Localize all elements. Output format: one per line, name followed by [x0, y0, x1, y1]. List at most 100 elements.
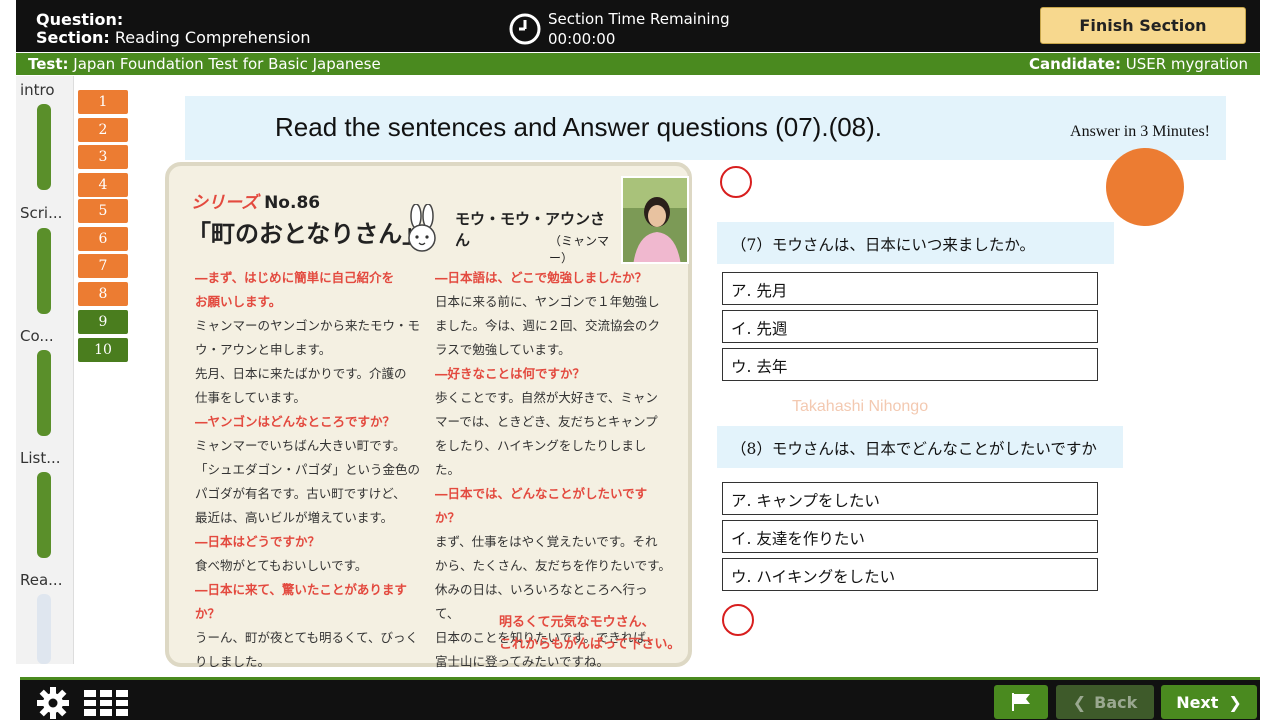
- sidebar-item-intro[interactable]: intro: [20, 81, 55, 99]
- article-text-line: 食べ物がとてもおいしいです。: [195, 558, 368, 573]
- interviewee-country: （ミャンマー）: [549, 234, 610, 265]
- test-name: Japan Foundation Test for Basic Japanese: [73, 55, 381, 73]
- question-number-button[interactable]: 4: [78, 173, 128, 197]
- article-text-line: 歩くことです。自然が大好きで、ミャン: [435, 390, 658, 405]
- reading-passage: シリーズ No.86 「町のおとなりさん」 モウ・モウ・アウンさん （ミャンマー…: [165, 162, 692, 669]
- question-8-option-a[interactable]: ア. キャンプをしたい: [722, 482, 1098, 515]
- question-number-button[interactable]: 7: [78, 254, 128, 278]
- next-label: Next: [1176, 692, 1219, 712]
- timer-title: Section Time Remaining: [548, 10, 730, 28]
- instruction-text: Read the sentences and Answer questions …: [275, 112, 883, 142]
- flag-button[interactable]: [994, 685, 1048, 719]
- question-7-option-a[interactable]: ア. 先月: [722, 272, 1098, 305]
- closing-line: 明るくて元気なモウさん、: [499, 615, 655, 630]
- article-text-line: ウ・アウンと申します。: [195, 342, 332, 357]
- sidebar-progress-reading: [37, 594, 51, 664]
- article-text-line: 「シュエダゴン・パゴダ」という金色の: [195, 462, 421, 477]
- article-header: シリーズ No.86 「町のおとなりさん」 モウ・モウ・アウンさん （ミャンマー…: [179, 180, 609, 265]
- question-number-button[interactable]: 6: [78, 227, 128, 251]
- article-text-line: りしました。: [195, 654, 271, 669]
- test-info: Test: Japan Foundation Test for Basic Ja…: [28, 55, 381, 73]
- next-button[interactable]: Next ❯: [1161, 685, 1257, 719]
- back-label: Back: [1094, 692, 1138, 712]
- sidebar-item-co[interactable]: Co...: [20, 327, 54, 345]
- article-question-line: お願いします。: [195, 294, 282, 309]
- question-number-button[interactable]: 2: [78, 118, 128, 142]
- question-8-option-c[interactable]: ウ. ハイキングをしたい: [722, 558, 1098, 591]
- question-8-prompt: （8）モウさんは、日本でどんなことがしたいですか: [717, 426, 1123, 468]
- person-photo-icon: [623, 178, 687, 262]
- test-label: Test:: [28, 55, 69, 73]
- sidebar-progress-co: [37, 350, 51, 436]
- article-text-line: ラスで勉強しています。: [435, 342, 571, 357]
- article-text-line: から、たくさん、友だちを作りたいです。: [435, 558, 671, 573]
- chevron-left-icon: ❮: [1072, 692, 1087, 712]
- article-text-line: マーでは、ときどき、友だちとキャンプ: [435, 414, 658, 429]
- candidate-info: Candidate: USER mygration: [1029, 55, 1248, 73]
- series-text: シリーズ: [191, 193, 259, 213]
- article-question-line: ―日本語は、どこで勉強しましたか？: [435, 270, 648, 285]
- article-text-line: をしたり、ハイキングをしたりしました。: [435, 438, 647, 477]
- watermark: Takahashi Nihongo: [792, 398, 929, 415]
- sidebar-progress-intro: [37, 104, 51, 190]
- question-number-button[interactable]: 3: [78, 145, 128, 169]
- question-number-button[interactable]: 1: [78, 90, 128, 114]
- question-7-prompt: （7）モウさんは、日本にいつ来ましたか。: [717, 222, 1114, 264]
- gear-icon[interactable]: [36, 686, 70, 720]
- question-number-button[interactable]: 8: [78, 282, 128, 306]
- article-text-line: ました。今は、週に２回、交流協会のク: [435, 318, 661, 333]
- clock-icon: [509, 13, 541, 45]
- question-number-button[interactable]: 10: [78, 338, 128, 362]
- article-text-line: 日本に来る前に、ヤンゴンで１年勉強し: [435, 294, 660, 309]
- test-info-bar: Test: Japan Foundation Test for Basic Ja…: [16, 53, 1260, 75]
- question-7-option-c[interactable]: ウ. 去年: [722, 348, 1098, 381]
- article-question-line: ―まず、はじめに簡単に自己紹介を: [195, 270, 395, 285]
- red-circle-marker: [722, 604, 754, 636]
- article-text-line: 仕事をしています。: [195, 390, 306, 405]
- candidate-name: USER mygration: [1125, 55, 1248, 73]
- article-text-line: 最近は、高いビルが増えています。: [195, 510, 394, 525]
- article-title: 「町のおとなりさん」: [187, 220, 427, 248]
- section-sidebar: intro Scri... Co... List... Rea...: [16, 76, 74, 664]
- sidebar-progress-listening: [37, 472, 51, 558]
- article-question-line: ―ヤンゴンはどんなところですか？: [195, 414, 396, 429]
- article-question-line: ―日本に来て、驚いたことがありますか？: [195, 582, 407, 621]
- article-question-line: ―日本はどうですか？: [195, 534, 321, 549]
- article-text-line: うーん、町が夜とても明るくて、びっく: [195, 630, 419, 645]
- flag-icon: [1012, 693, 1030, 711]
- article-text-line: 先月、日本に来たばかりです。介護の: [195, 366, 407, 381]
- timer-value: 00:00:00: [548, 30, 616, 48]
- article-text-line: ミャンマーでいちばん大きい町です。: [195, 438, 406, 453]
- closing-line: これからもがんばって下さい。: [499, 637, 681, 652]
- article-question-line: ―日本では、どんなことがしたいですか？: [435, 486, 648, 525]
- bottom-toolbar: ❮ Back Next ❯: [20, 677, 1260, 720]
- orange-marker-dot: [1106, 148, 1184, 226]
- series-label: シリーズ No.86: [191, 188, 320, 213]
- candidate-label: Candidate: [1029, 55, 1115, 73]
- sidebar-item-listening[interactable]: List...: [20, 449, 61, 467]
- article-closing: 明るくて元気なモウさん、 これからもがんばって下さい。: [499, 612, 680, 656]
- sidebar-item-script[interactable]: Scri...: [20, 204, 62, 222]
- article-text-line: ミャンマーのヤンゴンから来たモウ・モ: [195, 318, 421, 333]
- article-question-line: ―好きなことは何ですか？: [435, 366, 586, 381]
- question-number-button[interactable]: 9: [78, 310, 128, 334]
- top-bar: Question: Section: Reading Comprehension…: [16, 0, 1260, 52]
- series-number: No.86: [264, 193, 321, 213]
- rabbit-icon: [408, 204, 436, 252]
- instruction-banner: Read the sentences and Answer questions …: [185, 96, 1226, 160]
- section-info: Section: Reading Comprehension: [36, 28, 311, 47]
- article-text-line: まず、仕事をはやく覚えたいです。それ: [435, 534, 658, 549]
- chevron-right-icon: ❯: [1228, 692, 1242, 712]
- question-7-option-b[interactable]: イ. 先週: [722, 310, 1098, 343]
- red-circle-marker: [720, 166, 752, 198]
- question-8-option-b[interactable]: イ. 友達を作りたい: [722, 520, 1098, 553]
- grid-menu-icon[interactable]: [84, 690, 130, 716]
- sidebar-item-reading[interactable]: Rea...: [20, 571, 62, 589]
- question-label: Question:: [36, 10, 124, 29]
- finish-section-button[interactable]: Finish Section: [1040, 7, 1246, 44]
- article-left-column: ―まず、はじめに簡単に自己紹介を お願いします。 ミャンマーのヤンゴンから来たモ…: [195, 266, 431, 674]
- section-label: Section:: [36, 28, 110, 47]
- back-button[interactable]: ❮ Back: [1056, 685, 1154, 719]
- question-number-button[interactable]: 5: [78, 199, 128, 223]
- answer-time-note: Answer in 3 Minutes!: [1070, 123, 1210, 140]
